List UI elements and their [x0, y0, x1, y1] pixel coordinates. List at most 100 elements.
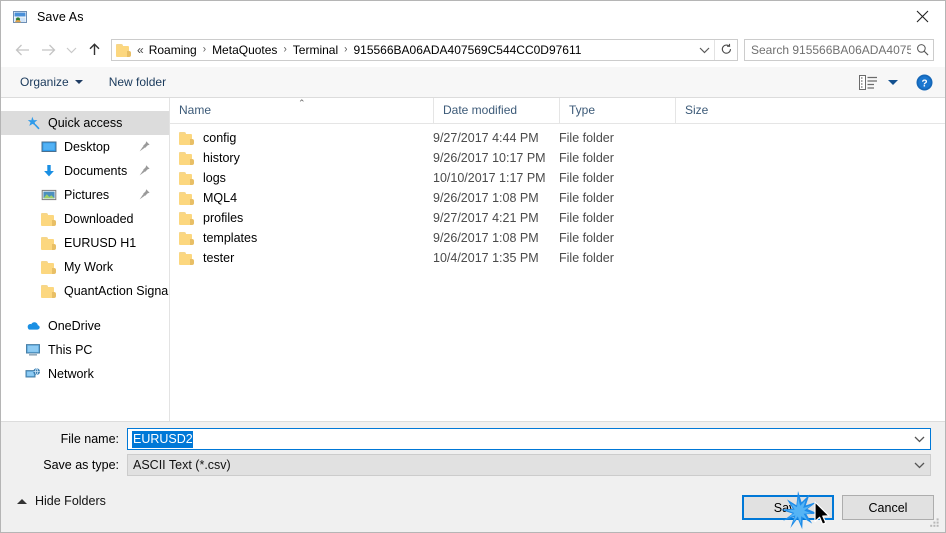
documents-icon	[41, 163, 57, 179]
file-type-cell: File folder	[559, 191, 614, 205]
navigation-pane: Quick access Desktop Documents Pictures …	[1, 98, 170, 421]
resize-grip-icon[interactable]	[928, 516, 941, 529]
sidebar-item-label: Documents	[64, 164, 128, 178]
sidebar-item-my-work[interactable]: My Work	[1, 255, 169, 279]
view-layout-icon[interactable]	[859, 74, 879, 90]
file-name-cell: templates	[170, 230, 433, 246]
table-row[interactable]: logs 10/10/2017 1:17 PM File folder	[170, 168, 945, 188]
save-button[interactable]: Save	[742, 495, 834, 520]
file-date-cell: 9/27/2017 4:44 PM	[433, 131, 539, 145]
forward-button[interactable]	[35, 37, 61, 63]
close-icon	[916, 10, 928, 22]
file-name-cell: MQL4	[170, 190, 433, 206]
breadcrumb-separator-icon: ›	[283, 43, 287, 56]
svg-text:?: ?	[921, 78, 927, 89]
sidebar-item-quantaction-signal[interactable]: QuantAction Signal	[1, 279, 169, 303]
file-type-cell: File folder	[559, 131, 614, 145]
pin-icon[interactable]	[138, 188, 151, 201]
column-header-size[interactable]: Size	[675, 98, 757, 123]
table-row[interactable]: history 9/26/2017 10:17 PM File folder	[170, 148, 945, 168]
window-title: Save As	[37, 9, 84, 24]
address-dropdown-button[interactable]	[694, 40, 714, 60]
column-header-type[interactable]: Type	[559, 98, 675, 123]
file-name-dropdown-button[interactable]	[908, 429, 930, 449]
sidebar-item-label: EURUSD H1	[64, 236, 137, 250]
sidebar-item-pictures[interactable]: Pictures	[1, 183, 169, 207]
file-date-cell: 9/26/2017 1:08 PM	[433, 231, 539, 245]
recent-locations-button[interactable]	[61, 37, 81, 63]
sidebar-item-documents[interactable]: Documents	[1, 159, 169, 183]
save-as-dialog: Save As « Roaming › MetaQuotes › Termina…	[0, 0, 946, 533]
table-row[interactable]: templates 9/26/2017 1:08 PM File folder	[170, 228, 945, 248]
toolbar-right-group: ?	[859, 74, 933, 91]
breadcrumb-item-guid[interactable]: 915566BA06ADA407569C544CC0D97611	[350, 42, 584, 58]
file-list-pane: Name ⌃ Date modified Type Size config 9/…	[170, 98, 945, 421]
breadcrumb-item-terminal[interactable]: Terminal	[290, 42, 341, 58]
save-as-type-label: Save as type:	[43, 458, 119, 472]
breadcrumb-item-metaquotes[interactable]: MetaQuotes	[209, 42, 280, 58]
search-box[interactable]: Search 915566BA06ADA40756...	[744, 38, 934, 61]
onedrive-cloud-icon	[25, 318, 41, 334]
cancel-button[interactable]: Cancel	[842, 495, 934, 520]
help-icon[interactable]: ?	[916, 74, 933, 91]
cancel-button-label: Cancel	[868, 500, 908, 515]
new-folder-label: New folder	[108, 75, 167, 89]
pin-icon[interactable]	[138, 140, 151, 153]
address-bar[interactable]: « Roaming › MetaQuotes › Terminal › 9155…	[111, 38, 738, 61]
save-as-type-select[interactable]: ASCII Text (*.csv)	[127, 454, 931, 476]
organize-label: Organize	[20, 75, 69, 89]
table-row[interactable]: MQL4 9/26/2017 1:08 PM File folder	[170, 188, 945, 208]
file-name-row: File name: EURUSD2	[1, 428, 945, 450]
file-name-label: MQL4	[203, 191, 238, 205]
sidebar-item-label: QuantAction Signal	[64, 284, 170, 298]
sidebar-item-downloaded[interactable]: Downloaded	[1, 207, 169, 231]
breadcrumb-item-roaming[interactable]: Roaming	[146, 42, 200, 58]
refresh-icon	[721, 43, 731, 54]
sidebar-item-label: Quick access	[48, 116, 123, 130]
search-input[interactable]: Search 915566BA06ADA40756...	[745, 43, 911, 57]
folder-icon	[41, 235, 57, 251]
table-row[interactable]: profiles 9/27/2017 4:21 PM File folder	[170, 208, 945, 228]
folder-icon	[179, 210, 195, 226]
column-header-name-label: Name	[179, 103, 212, 117]
new-folder-button[interactable]: New folder	[102, 70, 173, 94]
caret-up-icon	[17, 498, 27, 504]
sidebar-item-network[interactable]: Network	[1, 362, 169, 386]
sidebar-item-desktop[interactable]: Desktop	[1, 135, 169, 159]
navigation-bar: « Roaming › MetaQuotes › Terminal › 9155…	[1, 32, 945, 67]
network-icon	[25, 366, 41, 382]
file-name-label: config	[203, 131, 237, 145]
sidebar-item-label: Downloaded	[64, 212, 134, 226]
organize-button[interactable]: Organize	[13, 70, 90, 94]
sidebar-item-eurusd-h1[interactable]: EURUSD H1	[1, 231, 169, 255]
refresh-button[interactable]	[714, 39, 737, 60]
file-date-cell: 9/27/2017 4:21 PM	[433, 211, 539, 225]
file-type-cell: File folder	[559, 171, 614, 185]
folder-icon	[41, 259, 57, 275]
hide-folders-button[interactable]: Hide Folders	[13, 491, 106, 511]
view-options-caret-icon[interactable]	[888, 79, 898, 85]
chevron-down-icon	[914, 462, 924, 469]
column-header-date-modified[interactable]: Date modified	[433, 98, 559, 123]
this-pc-icon	[25, 342, 41, 358]
pin-icon[interactable]	[138, 164, 151, 177]
file-name-input[interactable]: EURUSD2	[127, 428, 931, 450]
close-button[interactable]	[899, 1, 945, 31]
content-panes: Quick access Desktop Documents Pictures …	[1, 98, 945, 421]
up-one-level-button[interactable]	[81, 37, 107, 63]
folder-icon	[179, 190, 195, 206]
breadcrumb-overflow[interactable]: «	[134, 42, 146, 58]
table-row[interactable]: tester 10/4/2017 1:35 PM File folder	[170, 248, 945, 268]
breadcrumb-separator-icon: ›	[344, 43, 348, 56]
save-as-type-dropdown-button[interactable]	[908, 455, 930, 475]
file-name-value[interactable]: EURUSD2	[132, 430, 193, 448]
column-header-name[interactable]: Name ⌃	[170, 98, 433, 123]
sidebar-item-this-pc[interactable]: This PC	[1, 338, 169, 362]
sidebar-item-quick-access[interactable]: Quick access	[1, 111, 169, 135]
column-headers: Name ⌃ Date modified Type Size	[170, 98, 945, 124]
sidebar-item-onedrive[interactable]: OneDrive	[1, 314, 169, 338]
file-date-cell: 9/26/2017 10:17 PM	[433, 151, 546, 165]
file-name-label: logs	[203, 171, 226, 185]
table-row[interactable]: config 9/27/2017 4:44 PM File folder	[170, 128, 945, 148]
back-button[interactable]	[9, 37, 35, 63]
